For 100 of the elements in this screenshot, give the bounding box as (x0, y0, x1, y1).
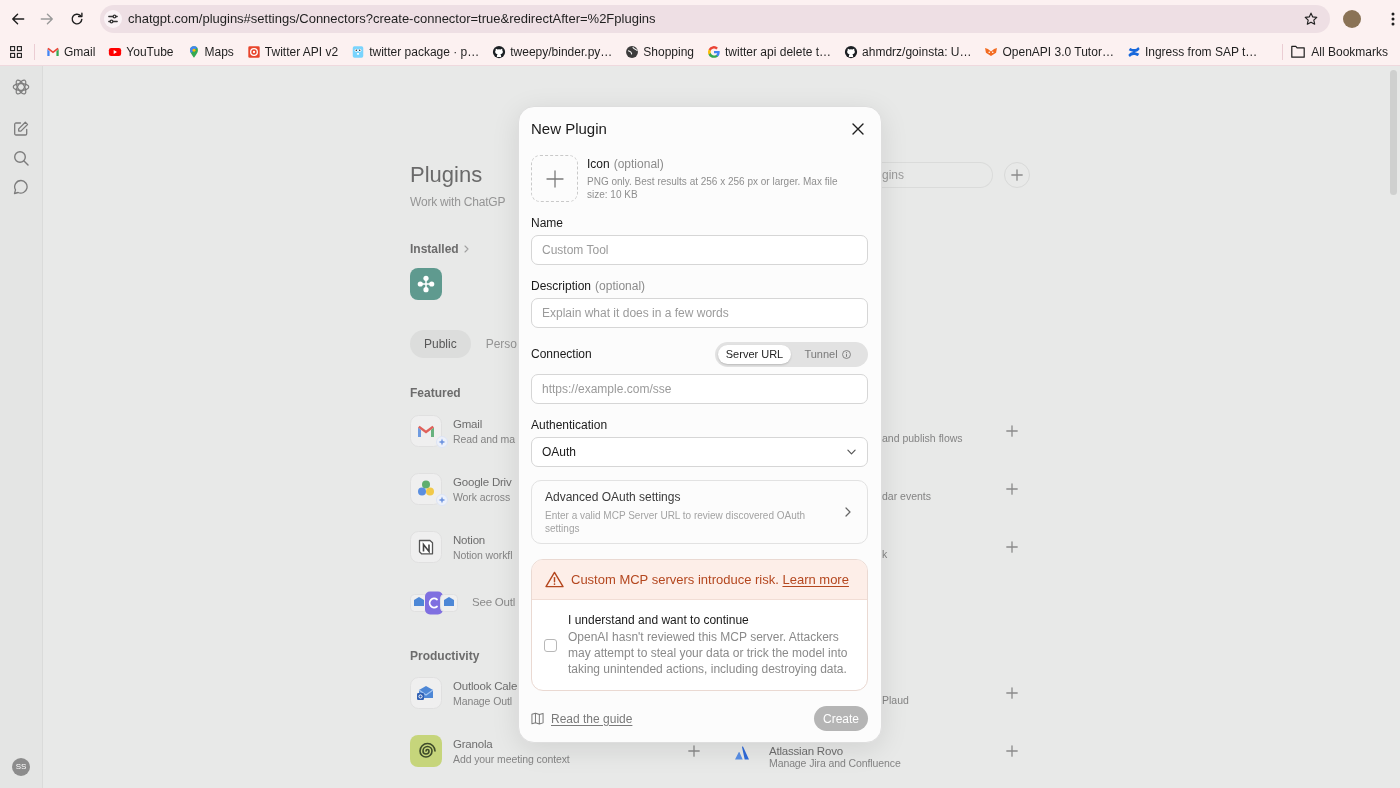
scrollbar-thumb[interactable] (1390, 70, 1397, 195)
cat-logo-icon (492, 44, 507, 59)
globe-icon (625, 44, 640, 59)
all-bookmarks-button[interactable]: All Bookmarks (1285, 39, 1394, 64)
forward-arrow-icon[interactable] (40, 12, 54, 26)
atom-logo-icon[interactable] (12, 78, 30, 96)
consent-title: I understand and want to continue (568, 613, 749, 627)
plugin-name: Gmail (453, 416, 483, 432)
plus-icon[interactable] (1011, 169, 1023, 181)
page-subtitle: Work with ChatGP (410, 194, 506, 211)
warning-icon (545, 571, 564, 588)
plugin-description: Manage Outl (453, 693, 513, 708)
chat-bubble-icon[interactable] (13, 179, 29, 195)
envelope-logo-icon (410, 677, 442, 709)
toggle-option[interactable]: Server URL (718, 344, 791, 364)
guide-link[interactable]: Read the guide (531, 709, 633, 728)
advanced-settings-card[interactable]: Advanced OAuth settings Enter a valid MCP Server URL to review discovered OAuth settings (531, 480, 868, 544)
card-title: Advanced OAuth settings (545, 489, 681, 504)
plugin-description: dar events (882, 489, 932, 504)
icon-hint: PNG only. Best results at 256 x 256 px or larger. Max file size: 10 KB (587, 175, 839, 201)
text-field[interactable]: https://example.com/sse (531, 374, 868, 404)
plugin-description: Manage Jira and Confluence (769, 757, 901, 770)
plus-icon[interactable] (1006, 425, 1018, 437)
plugin-name: Notion (453, 532, 486, 548)
more-menu-icon[interactable] (1391, 12, 1395, 26)
close-icon[interactable] (852, 123, 864, 135)
plugin-tile-icon[interactable] (410, 268, 442, 300)
text-field[interactable]: Explain what it does in a few words (531, 298, 868, 328)
g-logo-icon (707, 44, 722, 59)
text-field[interactable]: Custom Tool (531, 235, 868, 265)
bookmark-link[interactable]: YouTube (102, 39, 180, 64)
app-cluster-icon (410, 591, 458, 615)
bookmark-link[interactable]: Maps (180, 39, 240, 64)
plus-icon (545, 169, 564, 188)
chevron-right-icon (463, 245, 469, 253)
address-bar[interactable]: chatgpt.com/plugins#settings/Connectors?create-connector=true&redirectAfter=%2Fplugins (100, 5, 1330, 33)
installed-link[interactable]: Installed (410, 242, 469, 256)
bookmark-link[interactable]: ahmdrz/goinsta: U… (838, 39, 978, 64)
plugin-description: k (882, 547, 888, 562)
swoosh-logo-icon (1126, 44, 1141, 59)
tab[interactable]: Public (410, 330, 471, 358)
plugin-description: Add your meeting context (453, 751, 570, 766)
chevron-down-icon (847, 449, 856, 455)
bookmark-link[interactable]: twitter api delete t… (701, 39, 838, 64)
plus-icon[interactable] (1006, 541, 1018, 553)
search-icon[interactable] (13, 150, 29, 166)
field-label: Icon (587, 157, 610, 171)
bookmark-link[interactable]: Gmail (40, 39, 102, 64)
url-text: chatgpt.com/plugins#settings/Connectors?create-connector=true&redirectAfter=%2Fplugins (128, 10, 656, 29)
field-label: Description (531, 278, 592, 294)
optional-text: (optional) (613, 157, 664, 171)
bookmark-link[interactable]: tweepy/binder.py… (486, 39, 619, 64)
field-label: Authentication (531, 417, 608, 433)
plugin-description: Work across (453, 489, 511, 504)
back-arrow-icon[interactable] (11, 12, 25, 26)
plugin-description: Plaud (882, 693, 909, 708)
plus-icon[interactable] (1006, 483, 1018, 495)
section-heading: Productivity (410, 649, 480, 663)
profile-avatar[interactable] (1343, 10, 1361, 28)
star-icon[interactable] (1304, 12, 1318, 26)
bookmark-link[interactable]: Ingress from SAP t… (1120, 39, 1264, 64)
plugin-description: and publish flows (882, 431, 963, 446)
mascot-logo-icon (351, 44, 366, 59)
search-field[interactable]: gins (882, 162, 993, 188)
map-icon (531, 712, 544, 725)
folder-icon (1291, 45, 1306, 58)
plus-icon[interactable] (688, 745, 700, 757)
spiral-logo-icon (410, 735, 442, 767)
plugin-name: Granola (453, 736, 493, 752)
plugin-description: Notion workfl (453, 547, 513, 562)
card-hint: Enter a valid MCP Server URL to review discovered OAuth settings (545, 508, 807, 535)
plus-icon[interactable] (1006, 745, 1018, 757)
apps-grid-icon[interactable] (10, 45, 22, 58)
cat-logo-icon (844, 44, 859, 59)
edit-icon[interactable] (13, 121, 29, 137)
consent-text: OpenAI hasn't reviewed this MCP server. Attackers may attempt to steal your data or trick the model into taking unintended actions, including destroying data. (568, 629, 849, 677)
warning-text: Custom MCP servers introduce risk. Learn more (571, 570, 849, 589)
optional-text: (optional) (595, 278, 646, 294)
plugin-name: Google Driv (453, 474, 512, 490)
field-label: Name (531, 215, 563, 231)
tune-icon[interactable] (104, 10, 122, 28)
page-title: Plugins (410, 161, 483, 189)
icon-upload-button[interactable] (531, 155, 578, 202)
plus-icon[interactable] (1006, 687, 1018, 699)
bookmark-link[interactable]: twitter package · p… (345, 39, 486, 64)
reload-icon[interactable] (70, 12, 84, 26)
plugin-name: Atlassian Rovo (769, 745, 843, 757)
bookmark-link[interactable]: OpenAPI 3.0 Tutor… (978, 39, 1120, 64)
field-label: Connection (531, 346, 592, 362)
bookmark-link[interactable]: Shopping (619, 39, 701, 64)
target-logo-icon (246, 44, 261, 59)
auth-dropdown[interactable]: OAuth (531, 437, 868, 467)
learn-more-link[interactable]: Learn more (782, 571, 849, 587)
triangle-logo-icon (734, 746, 750, 762)
consent-checkbox[interactable] (544, 638, 557, 652)
bookmark-link[interactable]: Twitter API v2 (240, 39, 345, 64)
chevron-right-icon[interactable] (845, 507, 851, 517)
section-heading: Featured (410, 386, 461, 400)
dialog-title: New Plugin (531, 118, 607, 139)
plugin-description: Read and ma (453, 431, 515, 446)
